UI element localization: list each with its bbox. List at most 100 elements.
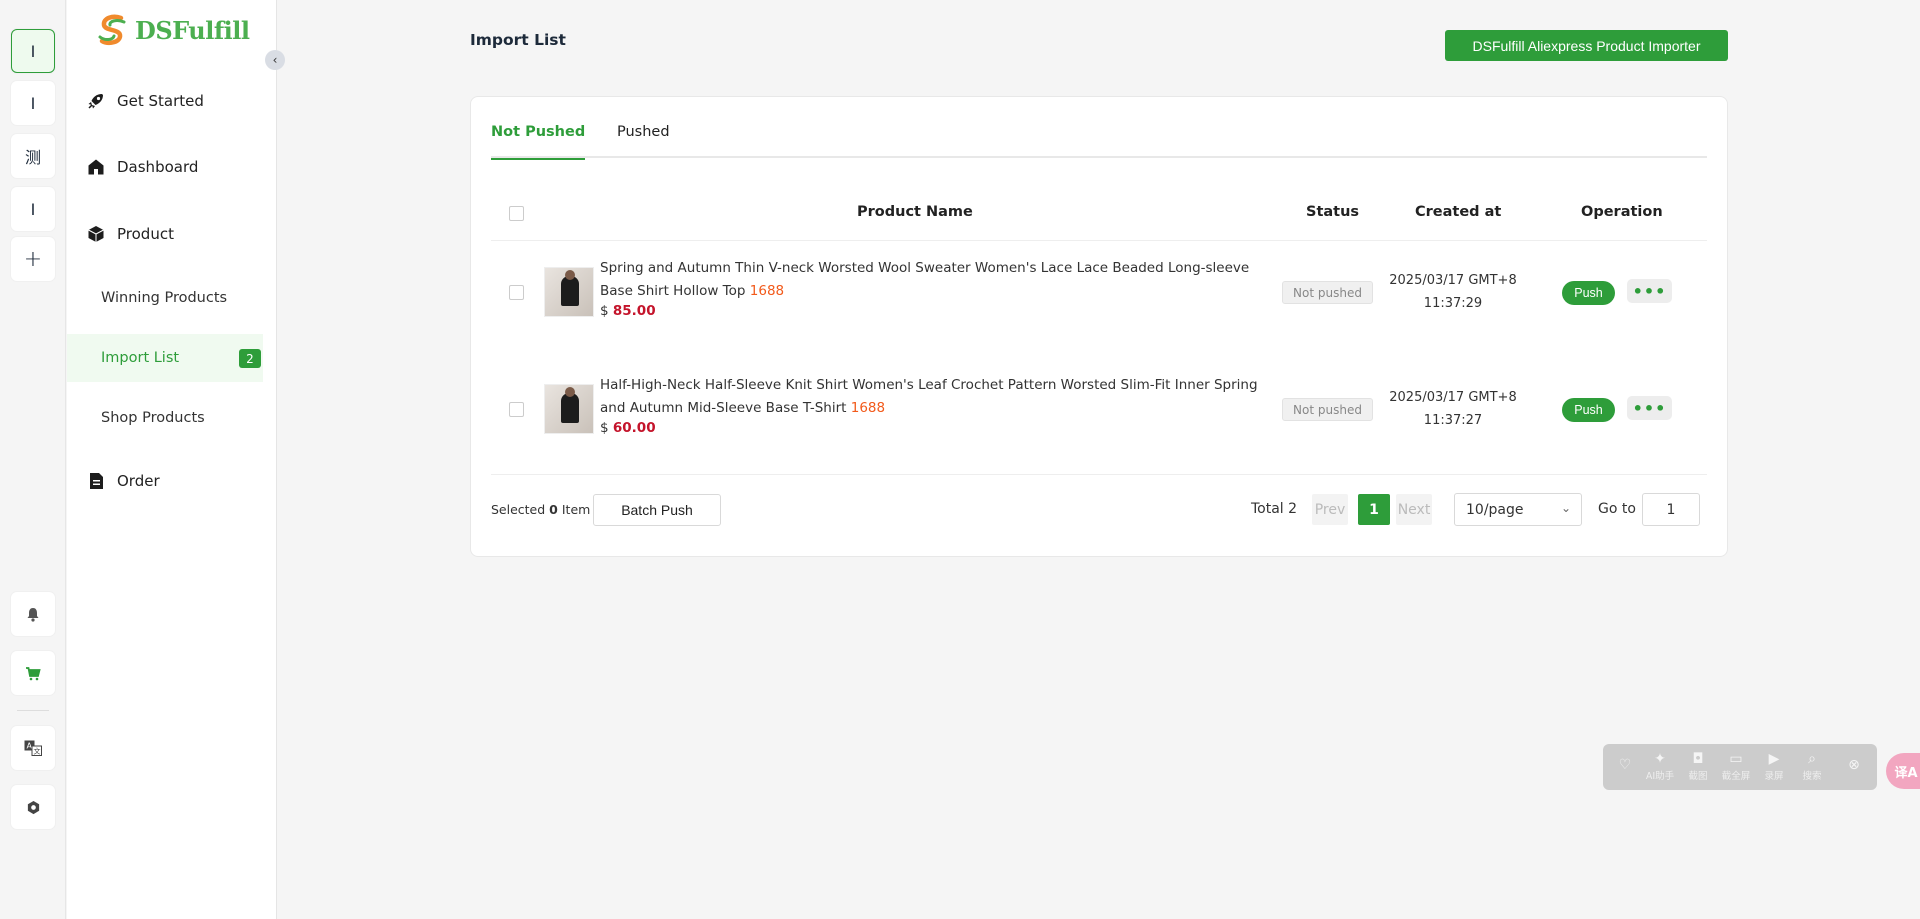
product-name[interactable]: Spring and Autumn Thin V-neck Worsted Wo… — [600, 257, 1280, 303]
toolbar-label: 截图 — [1688, 771, 1708, 782]
selected-count-text: Selected 0 Item — [491, 502, 590, 517]
rocket-icon — [88, 94, 103, 109]
total-count: Total 2 — [1251, 501, 1298, 517]
row-checkbox[interactable] — [509, 285, 524, 300]
table-bottom-divider — [491, 474, 1707, 475]
notifications-button[interactable] — [11, 592, 55, 636]
favorite-button[interactable]: ♡ — [1608, 756, 1642, 774]
plus-icon: + — [23, 246, 43, 272]
currency-symbol: $ — [600, 420, 609, 436]
screenshot-button[interactable]: ◘ 截图 — [1681, 750, 1715, 782]
workspace-rail: I I 测 I + A文 — [0, 0, 66, 919]
nav-get-started[interactable]: Get Started — [87, 92, 204, 110]
record-button[interactable]: ▶ 录屏 — [1757, 750, 1791, 782]
product-price: $ 60.00 — [600, 420, 656, 436]
workspace-button-2[interactable]: I — [11, 81, 55, 125]
translate-float-button[interactable]: 译A — [1886, 753, 1920, 789]
workspace-label: I — [30, 41, 36, 61]
workspace-label: 测 — [24, 148, 41, 167]
settings-button[interactable] — [11, 785, 55, 829]
monitor-icon: ▭ — [1729, 751, 1743, 767]
search-icon: ⌕ — [1808, 751, 1816, 767]
add-workspace-button[interactable]: + — [11, 237, 55, 281]
language-button[interactable]: A文 — [11, 726, 55, 770]
nav-dashboard[interactable]: Dashboard — [87, 158, 198, 176]
order-icon — [90, 473, 103, 489]
price-value: 60.00 — [612, 420, 656, 436]
sidebar: DSFulfill ‹ Get Started Dashboard Produc… — [67, 0, 285, 919]
nav-product[interactable]: Product — [87, 225, 174, 243]
product-price: $ 85.00 — [600, 303, 656, 319]
nav-order[interactable]: Order — [87, 472, 160, 490]
workspace-button-4[interactable]: I — [11, 187, 55, 231]
created-at: 2025/03/17 GMT+8 11:37:29 — [1383, 269, 1523, 315]
close-toolbar-button[interactable]: ⊗ — [1837, 756, 1871, 774]
page-title: Import List — [470, 31, 566, 49]
toolbar-label: 截全屏 — [1721, 771, 1751, 782]
batch-push-button[interactable]: Batch Push — [593, 494, 721, 526]
logo-icon — [98, 14, 126, 45]
nav-import-list[interactable]: Import List 2 — [67, 334, 263, 382]
fullscreen-capture-button[interactable]: ▭ 截全屏 — [1719, 750, 1753, 782]
price-value: 85.00 — [612, 303, 656, 319]
row-checkbox[interactable] — [509, 402, 524, 417]
currency-symbol: $ — [600, 303, 609, 319]
workspace-label: I — [30, 199, 36, 219]
product-thumbnail[interactable] — [544, 267, 594, 317]
tab-pushed[interactable]: Pushed — [617, 124, 670, 158]
ai-icon: ✦ — [1654, 751, 1666, 767]
tab-bar: Not Pushed Pushed — [491, 97, 1707, 160]
tab-not-pushed[interactable]: Not Pushed — [491, 124, 586, 160]
translate-icon: A文 — [24, 740, 42, 756]
selected-count: 0 — [549, 502, 558, 517]
more-actions-button[interactable]: ••• — [1627, 396, 1672, 420]
toolbar-label: 录屏 — [1764, 771, 1784, 782]
nav-label: Import List — [101, 350, 180, 366]
close-icon: ⊗ — [1848, 757, 1860, 773]
cart-button[interactable] — [11, 651, 55, 695]
select-all-checkbox[interactable] — [509, 206, 524, 221]
nav-label: Dashboard — [117, 158, 199, 176]
aliexpress-importer-button[interactable]: DSFulfill Aliexpress Product Importer — [1445, 30, 1728, 61]
workspace-button-1[interactable]: I — [11, 29, 55, 73]
heart-shield-icon: ♡ — [1618, 757, 1632, 773]
ai-assistant-button[interactable]: ✦ AI助手 — [1643, 750, 1677, 782]
nav-shop-products[interactable]: Shop Products — [67, 394, 263, 442]
created-time: 11:37:27 — [1423, 413, 1483, 428]
goto-page-input[interactable]: 1 — [1642, 493, 1700, 526]
nav-label: Order — [117, 472, 160, 490]
source-tag: 1688 — [850, 400, 886, 416]
product-title: Spring and Autumn Thin V-neck Worsted Wo… — [600, 260, 1250, 299]
page-1-button[interactable]: 1 — [1358, 494, 1390, 525]
brand-name: DSFulfill — [135, 15, 250, 45]
rail-divider — [17, 710, 49, 711]
collapse-sidebar-button[interactable]: ‹ — [265, 50, 285, 70]
column-created-at: Created at — [1415, 204, 1502, 220]
created-time: 11:37:29 — [1423, 296, 1483, 311]
product-title: Half-High-Neck Half-Sleeve Knit Shirt Wo… — [600, 377, 1258, 416]
prev-page-button[interactable]: Prev — [1312, 494, 1348, 525]
product-thumbnail[interactable] — [544, 384, 594, 434]
column-status: Status — [1306, 204, 1360, 220]
page-size-select[interactable]: 10/page ⌄ — [1454, 493, 1582, 526]
push-button[interactable]: Push — [1562, 398, 1615, 422]
cart-icon — [26, 666, 41, 680]
chevron-left-icon: ‹ — [272, 53, 278, 67]
more-actions-button[interactable]: ••• — [1627, 279, 1672, 303]
search-button[interactable]: ⌕ 搜索 — [1795, 750, 1829, 782]
nav-winning-products[interactable]: Winning Products — [67, 274, 263, 322]
status-badge: Not pushed — [1282, 281, 1373, 304]
selected-suffix: Item — [561, 502, 591, 517]
workspace-label: I — [30, 93, 36, 113]
video-icon: ▶ — [1768, 751, 1780, 767]
chevron-down-icon: ⌄ — [1560, 501, 1571, 515]
next-page-button[interactable]: Next — [1396, 494, 1432, 525]
home-icon — [88, 159, 104, 175]
workspace-button-3[interactable]: 测 — [11, 134, 55, 178]
product-name[interactable]: Half-High-Neck Half-Sleeve Knit Shirt Wo… — [600, 374, 1280, 420]
nav-label: Get Started — [117, 92, 204, 110]
brand-logo[interactable]: DSFulfill — [95, 12, 250, 48]
goto-label: Go to — [1598, 501, 1636, 517]
bell-icon — [27, 607, 39, 622]
push-button[interactable]: Push — [1562, 281, 1615, 305]
